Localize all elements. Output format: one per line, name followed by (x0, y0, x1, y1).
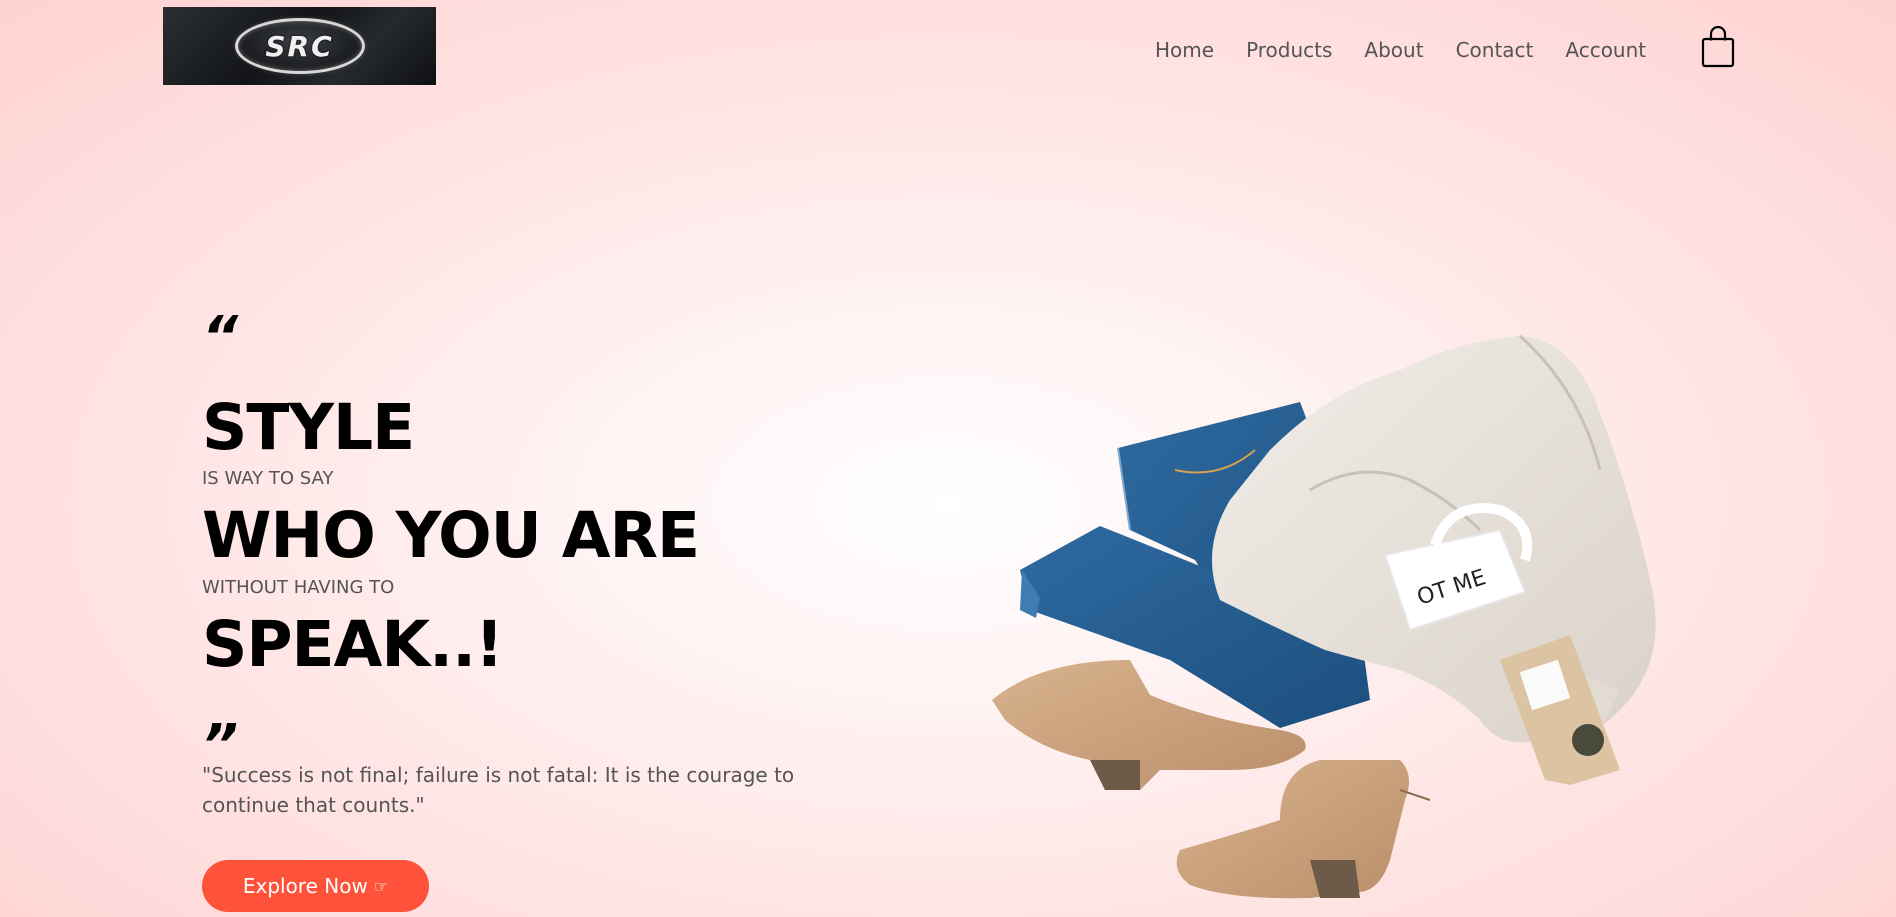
hero-heading-speak: SPEAK..! (202, 608, 504, 681)
explore-now-label: Explore Now (242, 874, 368, 898)
nav-home-link[interactable]: Home (1155, 36, 1214, 64)
hero-subline-2: WITHOUT HAVING TO (202, 577, 395, 598)
explore-now-button[interactable]: Explore Now ☞ (202, 860, 429, 912)
nav-about-link[interactable]: About (1364, 36, 1423, 64)
hero-quote: "Success is not final; failure is not fa… (202, 763, 795, 817)
logo-text: SRC (265, 29, 334, 63)
hero-heading-style: STYLE (202, 391, 415, 464)
nav-contact-link[interactable]: Contact (1456, 36, 1534, 64)
main-nav: Home Products About Contact Account (1155, 36, 1646, 64)
nav-account-link[interactable]: Account (1565, 36, 1646, 64)
hero-clothing-image: OT ME (992, 334, 1656, 899)
hero-subline-1: IS WAY TO SAY (202, 468, 334, 489)
logo-emblem: SRC (234, 18, 365, 74)
boot-right (1176, 760, 1431, 899)
pointing-hand-icon: ☞ (373, 876, 389, 896)
opening-quote-mark: “ (202, 305, 239, 370)
hero-heading-who: WHO YOU ARE (202, 499, 700, 572)
logo[interactable]: SRC (163, 7, 436, 85)
nav-products-link[interactable]: Products (1246, 36, 1332, 64)
shopping-bag-icon[interactable] (1701, 26, 1735, 68)
